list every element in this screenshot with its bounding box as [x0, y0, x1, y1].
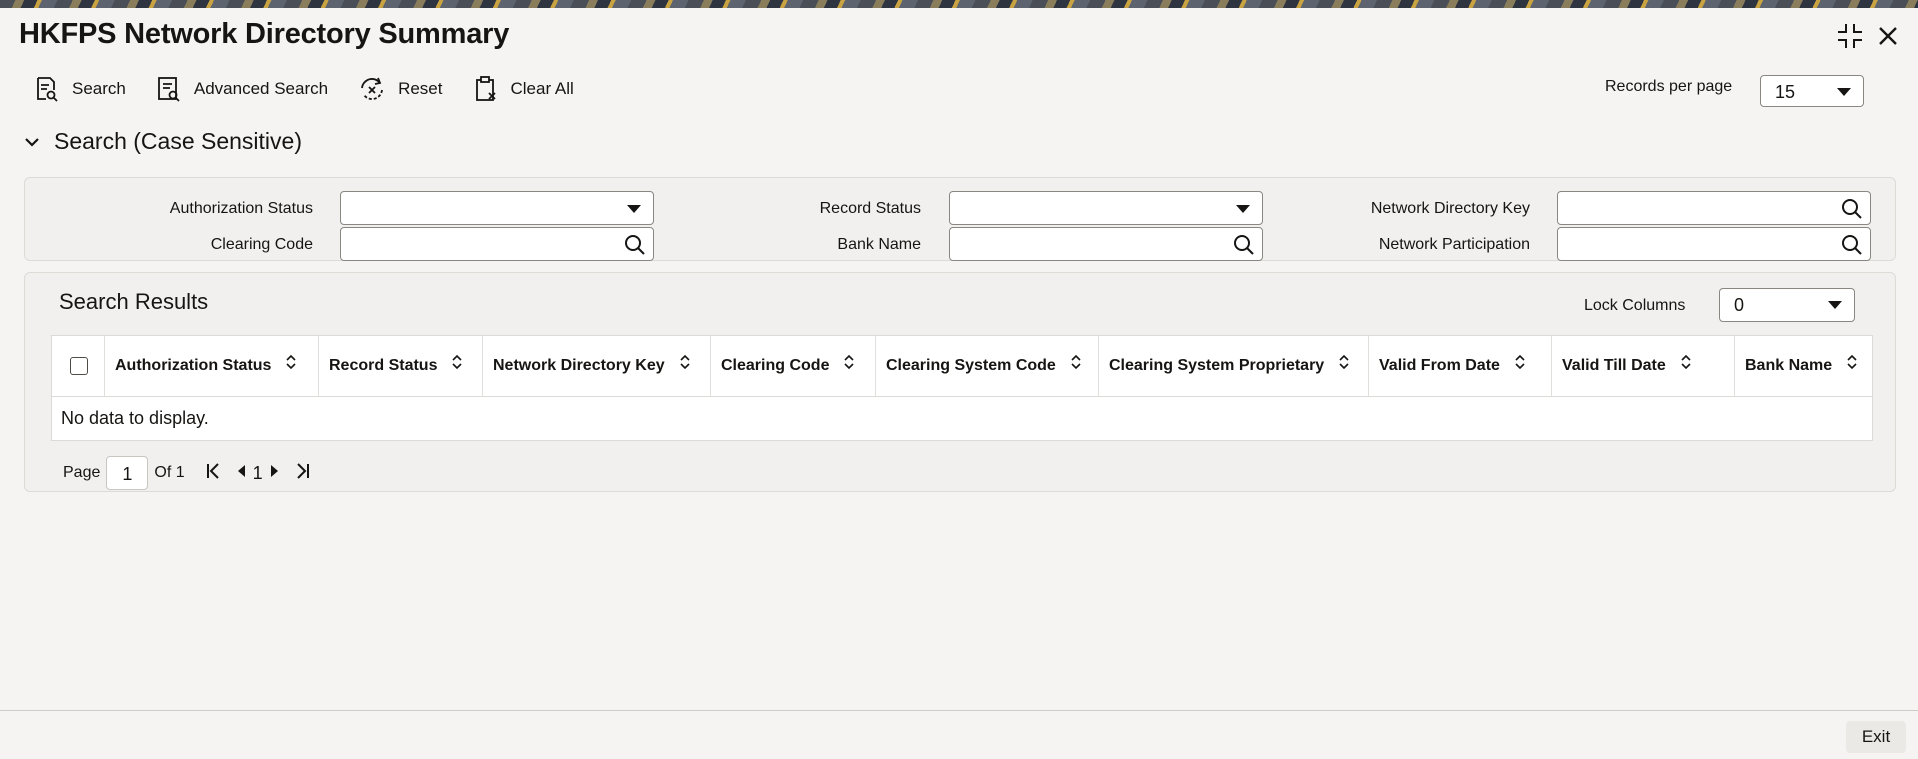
column-header-record-status[interactable]: Record Status: [318, 336, 482, 396]
chevron-down-icon: [1837, 88, 1851, 96]
records-per-page-value: 15: [1775, 82, 1796, 102]
current-page-number: 1: [252, 462, 263, 483]
sort-icon[interactable]: [1846, 336, 1858, 396]
table-header: Authorization Status Record Status Netwo…: [52, 336, 1872, 397]
column-header-authorization-status[interactable]: Authorization Status: [104, 336, 318, 396]
chevron-down-icon: [1828, 301, 1842, 309]
window-controls: [1836, 22, 1898, 55]
column-header-label: Valid Till Date: [1562, 357, 1666, 375]
records-per-page-label: Records per page: [1605, 78, 1733, 95]
sort-icon[interactable]: [1514, 336, 1526, 396]
sort-icon[interactable]: [1338, 336, 1350, 396]
bank-name-label: Bank Name: [837, 236, 921, 253]
column-header-network-directory-key[interactable]: Network Directory Key: [482, 336, 710, 396]
network-directory-key-field[interactable]: [1557, 191, 1871, 225]
minimize-icon[interactable]: [1836, 22, 1864, 55]
chevron-down-icon: [1236, 205, 1250, 213]
clear-all-button[interactable]: Clear All: [473, 76, 574, 102]
search-results-panel: Search Results Lock Columns 0 Authorizat…: [24, 272, 1896, 492]
clear-all-icon: [475, 76, 496, 101]
search-icon[interactable]: [623, 233, 647, 257]
reset-icon: [361, 77, 383, 100]
sort-icon[interactable]: [1070, 336, 1082, 396]
next-page-icon[interactable]: [269, 463, 281, 484]
chevron-down-icon: [25, 137, 39, 147]
clear-all-button-label: Clear All: [510, 79, 574, 98]
column-header-label: Bank Name: [1745, 357, 1833, 375]
toolbar: Search Advanced Search Reset Clear All: [34, 76, 604, 102]
pagination: Page 1 Of 1 1: [63, 456, 317, 490]
authorization-status-label: Authorization Status: [169, 200, 313, 217]
column-header-bank-name[interactable]: Bank Name: [1734, 336, 1872, 396]
column-header-label: Clearing System Proprietary: [1109, 357, 1325, 375]
search-section-title: Search (Case Sensitive): [54, 128, 302, 154]
sort-icon[interactable]: [451, 336, 463, 396]
chevron-down-icon: [627, 205, 641, 213]
clearing-code-label: Clearing Code: [210, 236, 313, 253]
column-header-label: Network Directory Key: [493, 357, 665, 375]
search-criteria-panel: Authorization Status Record Status Netwo…: [24, 177, 1896, 261]
network-participation-field[interactable]: [1557, 227, 1871, 261]
column-header-label: Clearing Code: [721, 357, 830, 375]
column-header-label: Record Status: [329, 357, 438, 375]
records-per-page-select[interactable]: 15: [1760, 75, 1864, 107]
sort-icon[interactable]: [285, 336, 297, 396]
exit-button[interactable]: Exit: [1846, 721, 1906, 753]
empty-table-message: No data to display.: [61, 408, 209, 428]
page-number-input[interactable]: 1: [106, 456, 149, 490]
page-label: Page: [63, 464, 101, 481]
page-title: HKFPS Network Directory Summary: [19, 18, 510, 50]
results-table: Authorization Status Record Status Netwo…: [51, 335, 1873, 441]
footer-bar: Exit: [0, 710, 1918, 759]
search-results-title: Search Results: [59, 289, 209, 314]
close-icon[interactable]: [1878, 26, 1898, 51]
lock-columns-select[interactable]: 0: [1719, 288, 1855, 322]
network-participation-label: Network Participation: [1378, 236, 1530, 253]
search-icon[interactable]: [1840, 197, 1864, 221]
search-doc-icon: [37, 77, 58, 102]
first-page-icon[interactable]: [205, 462, 223, 485]
column-header-label: Clearing System Code: [886, 357, 1056, 375]
select-all-checkbox[interactable]: [70, 357, 88, 375]
sort-icon[interactable]: [679, 336, 691, 396]
bank-name-field[interactable]: [949, 227, 1263, 261]
record-status-label: Record Status: [819, 200, 921, 217]
reset-button-label: Reset: [398, 79, 443, 98]
record-status-select[interactable]: [949, 191, 1263, 225]
column-header-clearing-code[interactable]: Clearing Code: [710, 336, 875, 396]
search-section-toggle[interactable]: Search (Case Sensitive): [24, 128, 302, 155]
search-button-label: Search: [72, 79, 126, 98]
clearing-code-field[interactable]: [340, 227, 654, 261]
search-icon[interactable]: [1840, 233, 1864, 257]
advanced-search-button[interactable]: Advanced Search: [156, 76, 328, 102]
column-header-valid-till-date[interactable]: Valid Till Date: [1551, 336, 1734, 396]
advanced-search-button-label: Advanced Search: [193, 79, 329, 98]
reset-button[interactable]: Reset: [358, 76, 443, 102]
advanced-search-icon: [157, 77, 180, 102]
page-of-label: Of 1: [154, 464, 185, 481]
search-icon[interactable]: [1232, 233, 1256, 257]
authorization-status-select[interactable]: [340, 191, 654, 225]
column-header-label: Valid From Date: [1379, 357, 1500, 375]
last-page-icon[interactable]: [293, 462, 311, 485]
sort-icon[interactable]: [843, 336, 855, 396]
column-header-valid-from-date[interactable]: Valid From Date: [1368, 336, 1551, 396]
column-header-label: Authorization Status: [115, 357, 272, 375]
column-header-clearing-system-proprietary[interactable]: Clearing System Proprietary: [1098, 336, 1368, 396]
lock-columns-label: Lock Columns: [1584, 297, 1686, 314]
header-banner-strip: [0, 0, 1918, 8]
previous-page-icon[interactable]: [235, 463, 247, 484]
column-header-clearing-system-code[interactable]: Clearing System Code: [875, 336, 1098, 396]
network-directory-key-label: Network Directory Key: [1370, 200, 1530, 217]
lock-columns-value: 0: [1734, 295, 1745, 315]
sort-icon[interactable]: [1680, 336, 1692, 396]
search-button[interactable]: Search: [34, 76, 126, 102]
